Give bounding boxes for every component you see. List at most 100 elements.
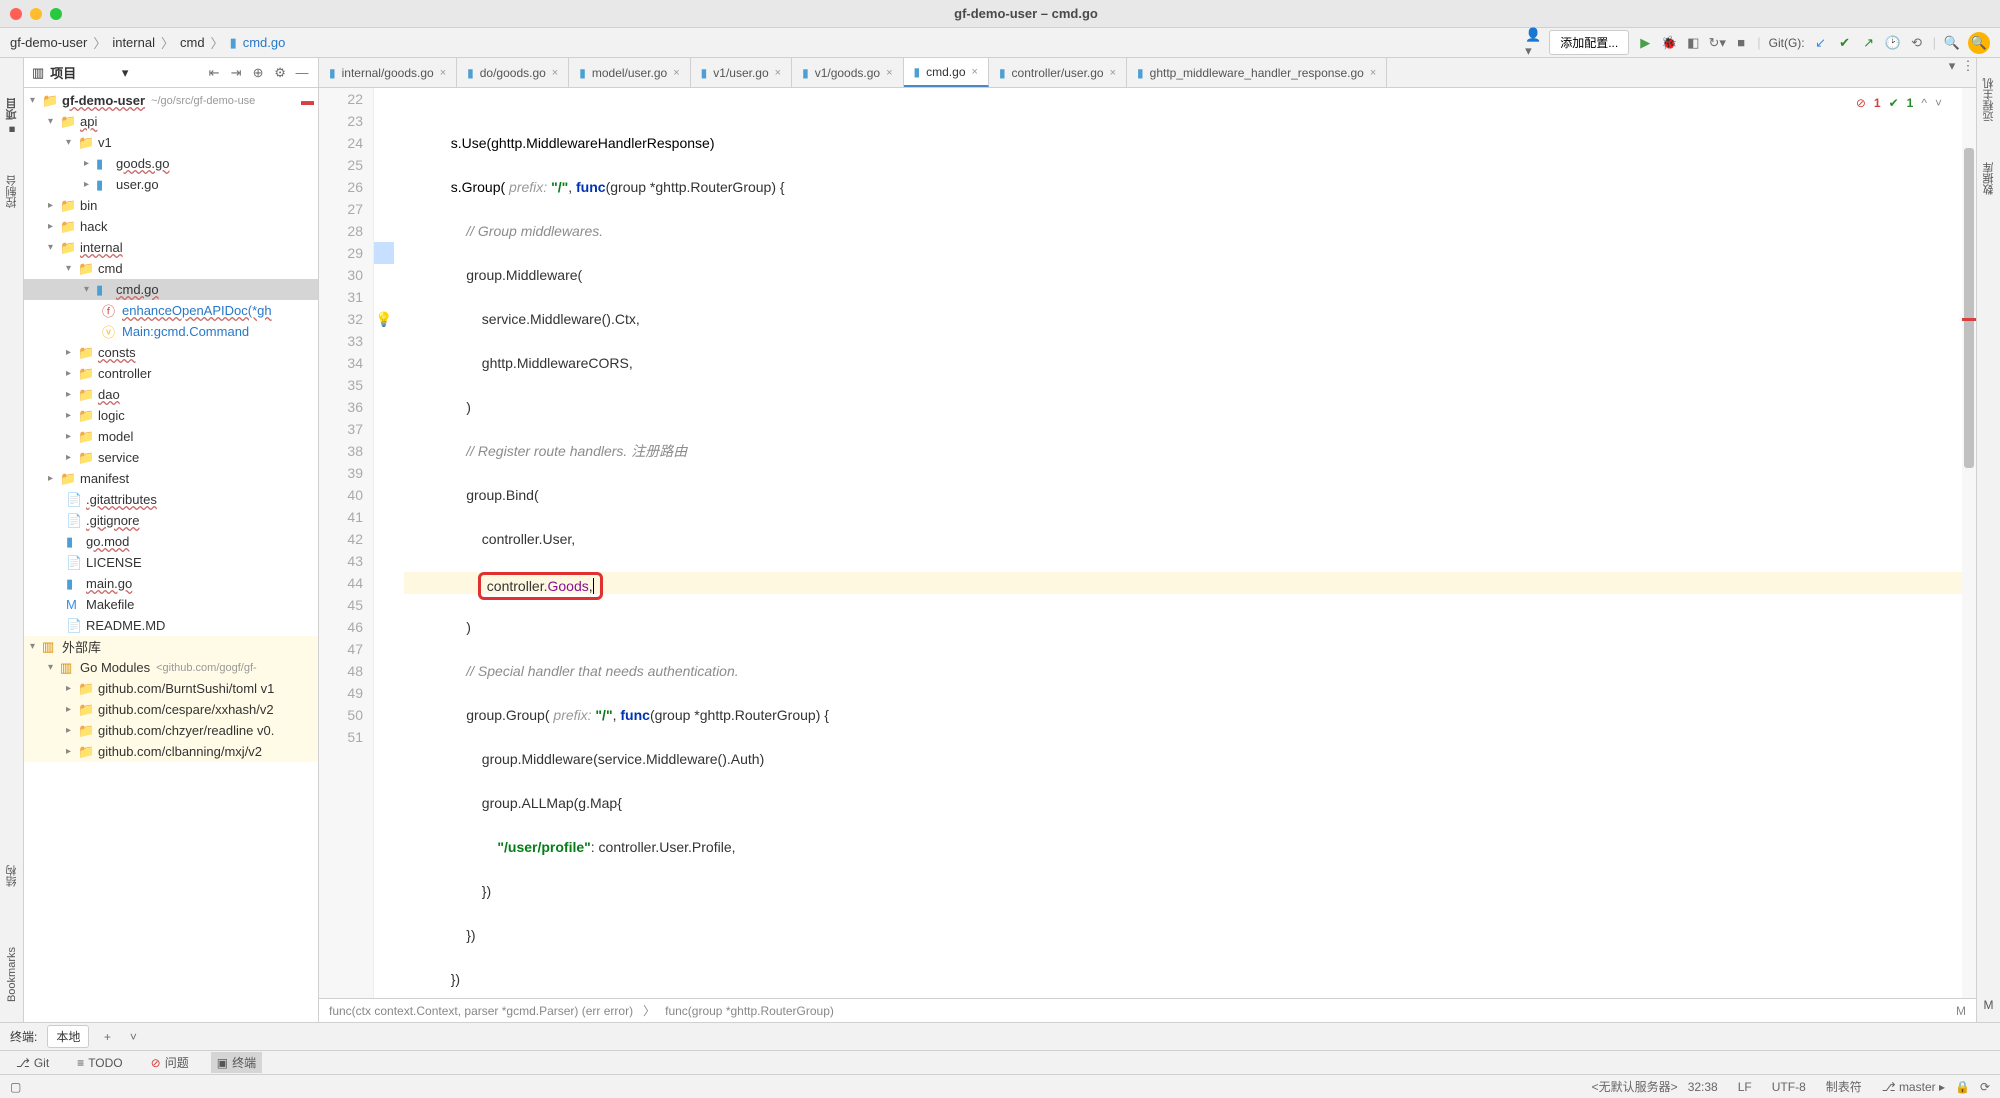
tree-dep[interactable]: ▸📁github.com/clbanning/mxj/v2 xyxy=(24,741,318,762)
minimize-window-icon[interactable] xyxy=(30,8,42,20)
tree-folder[interactable]: ▸📁consts xyxy=(24,342,318,363)
add-config-button[interactable]: 添加配置... xyxy=(1549,30,1629,55)
tree-file[interactable]: ▸▮goods.go xyxy=(24,153,318,174)
close-icon[interactable]: × xyxy=(673,67,679,79)
lock-icon[interactable]: 🔒 xyxy=(1955,1080,1970,1094)
encoding[interactable]: UTF-8 xyxy=(1772,1080,1806,1094)
tree-folder[interactable]: ▸📁service xyxy=(24,447,318,468)
line-ending[interactable]: LF xyxy=(1738,1080,1752,1094)
tree-folder[interactable]: ▸📁bin xyxy=(24,195,318,216)
expand-icon[interactable]: ⇥ xyxy=(228,65,244,81)
maximize-window-icon[interactable] xyxy=(50,8,62,20)
close-icon[interactable]: × xyxy=(775,67,781,79)
structure-vtab[interactable]: 结构 xyxy=(4,865,20,887)
tree-file[interactable]: 📄LICENSE xyxy=(24,552,318,573)
problems-tab[interactable]: ⊘问题 xyxy=(145,1052,195,1073)
git-pull-icon[interactable]: ↙ xyxy=(1813,35,1829,51)
editor-tab[interactable]: ▮do/goods.go× xyxy=(457,58,569,87)
tree-folder[interactable]: ▸📁hack xyxy=(24,216,318,237)
tree-dep[interactable]: ▸📁github.com/BurntSushi/toml v1 xyxy=(24,678,318,699)
breadcrumb-item[interactable]: internal xyxy=(112,35,155,50)
run-icon[interactable]: ▶ xyxy=(1637,35,1653,51)
debug-icon[interactable]: 🐞 xyxy=(1661,35,1677,51)
breadcrumb-item[interactable]: cmd xyxy=(180,35,205,50)
error-marker[interactable] xyxy=(1962,318,1976,321)
tree-file-selected[interactable]: ▾▮cmd.go xyxy=(24,279,318,300)
editor-tab[interactable]: ▮model/user.go× xyxy=(569,58,690,87)
inspection-badge[interactable]: ⊘1 ✔1 ^˅ xyxy=(1856,92,1942,114)
editor-tab[interactable]: ▮controller/user.go× xyxy=(989,58,1127,87)
breadcrumb-item[interactable]: gf-demo-user xyxy=(10,35,87,50)
tree-folder[interactable]: ▾📁internal xyxy=(24,237,318,258)
chevron-down-icon[interactable]: ˅ xyxy=(125,1029,141,1045)
tree-folder[interactable]: ▾📁v1 xyxy=(24,132,318,153)
tree-symbol[interactable]: ⓕenhanceOpenAPIDoc(*gh xyxy=(24,300,318,321)
todo-tab[interactable]: ≡TODO xyxy=(71,1054,128,1072)
close-icon[interactable]: × xyxy=(552,67,558,79)
fn-crumb[interactable]: func(group *ghttp.RouterGroup) xyxy=(665,1004,834,1018)
close-icon[interactable]: × xyxy=(1110,67,1116,79)
sync-icon[interactable]: ⟳ xyxy=(1980,1080,1990,1094)
tree-dep[interactable]: ▸📁github.com/cespare/xxhash/v2 xyxy=(24,699,318,720)
tree-file[interactable]: 📄.gitattributes xyxy=(24,489,318,510)
tree-file[interactable]: 📄.gitignore xyxy=(24,510,318,531)
user-icon[interactable]: 👤▾ xyxy=(1525,35,1541,51)
tree-file[interactable]: MMakefile xyxy=(24,594,318,615)
editor-scrollbar[interactable] xyxy=(1962,88,1976,998)
fn-crumb[interactable]: func(ctx context.Context, parser *gcmd.P… xyxy=(329,1004,633,1018)
breadcrumb-file[interactable]: cmd.go xyxy=(243,35,286,50)
tree-folder[interactable]: ▸📁manifest xyxy=(24,468,318,489)
project-vtab[interactable]: ■ 项目 xyxy=(4,98,20,135)
tree-folder[interactable]: ▾📁cmd xyxy=(24,258,318,279)
gear-icon[interactable]: ⚙ xyxy=(272,65,288,81)
tree-folder[interactable]: ▾📁api xyxy=(24,111,318,132)
tree-file[interactable]: 📄README.MD xyxy=(24,615,318,636)
console-vtab[interactable]: 控制台 xyxy=(4,175,20,208)
terminal-tab[interactable]: ▣终端 xyxy=(211,1052,262,1073)
git-commit-icon[interactable]: ✔ xyxy=(1837,35,1853,51)
cursor-position[interactable]: 32:38 xyxy=(1688,1080,1718,1094)
tree-folder[interactable]: ▸📁model xyxy=(24,426,318,447)
more-icon[interactable]: ⋮ xyxy=(1960,58,1976,74)
tree-external-libs[interactable]: ▾▥外部库 xyxy=(24,636,318,657)
ide-search-button[interactable]: 🔍 xyxy=(1968,32,1990,54)
tree-root[interactable]: ▾📁gf-demo-user~/go/src/gf-demo-use▬ xyxy=(24,90,318,111)
tree-file[interactable]: ▮main.go xyxy=(24,573,318,594)
indent-mode[interactable]: 制表符 xyxy=(1826,1078,1862,1095)
status-icon[interactable]: ▢ xyxy=(10,1080,21,1094)
server-status[interactable]: <无默认服务器> xyxy=(1592,1078,1678,1095)
chevron-down-icon[interactable]: ▾ xyxy=(122,65,129,81)
git-tab[interactable]: ⎇Git xyxy=(10,1054,55,1072)
tree-symbol[interactable]: ⓥMain:gcmd.Command xyxy=(24,321,318,342)
profile-icon[interactable]: ↻▾ xyxy=(1709,35,1725,51)
coverage-icon[interactable]: ◧ xyxy=(1685,35,1701,51)
terminal-tab-local[interactable]: 本地 xyxy=(47,1025,89,1048)
close-icon[interactable]: × xyxy=(440,67,446,79)
rollback-icon[interactable]: ⟲ xyxy=(1909,35,1925,51)
close-icon[interactable]: × xyxy=(886,67,892,79)
code-editor[interactable]: ⊘1 ✔1 ^˅ s.Use(ghttp.MiddlewareHandlerRe… xyxy=(394,88,1962,998)
chevron-down-icon[interactable]: ▾ xyxy=(1944,58,1960,74)
remote-host-vtab[interactable]: 远程主机 xyxy=(1981,78,1997,122)
close-window-icon[interactable] xyxy=(10,8,22,20)
git-branch[interactable]: ⎇ master ▸ xyxy=(1882,1080,1945,1094)
bookmarks-vtab[interactable]: Bookmarks xyxy=(6,947,18,1002)
tree-go-modules[interactable]: ▾▥Go Modules<github.com/gogf/gf- xyxy=(24,657,318,678)
close-icon[interactable]: × xyxy=(972,66,978,78)
tree-folder[interactable]: ▸📁dao xyxy=(24,384,318,405)
tree-file[interactable]: ▮go.mod xyxy=(24,531,318,552)
collapse-icon[interactable]: ⇤ xyxy=(206,65,222,81)
editor-tab[interactable]: ▮ghttp_middleware_handler_response.go× xyxy=(1127,58,1387,87)
stop-icon[interactable]: ■ xyxy=(1733,35,1749,51)
database-vtab[interactable]: 数据库 xyxy=(1981,162,1997,195)
tree-file[interactable]: ▸▮user.go xyxy=(24,174,318,195)
target-icon[interactable]: ⊕ xyxy=(250,65,266,81)
tree-folder[interactable]: ▸📁logic xyxy=(24,405,318,426)
editor-tab[interactable]: ▮internal/goods.go× xyxy=(319,58,457,87)
editor-tab[interactable]: ▮v1/goods.go× xyxy=(792,58,903,87)
history-icon[interactable]: 🕑 xyxy=(1885,35,1901,51)
close-icon[interactable]: × xyxy=(1370,67,1376,79)
search-icon[interactable]: 🔍 xyxy=(1944,35,1960,51)
editor-tab[interactable]: ▮v1/user.go× xyxy=(691,58,792,87)
tree-dep[interactable]: ▸📁github.com/chzyer/readline v0. xyxy=(24,720,318,741)
